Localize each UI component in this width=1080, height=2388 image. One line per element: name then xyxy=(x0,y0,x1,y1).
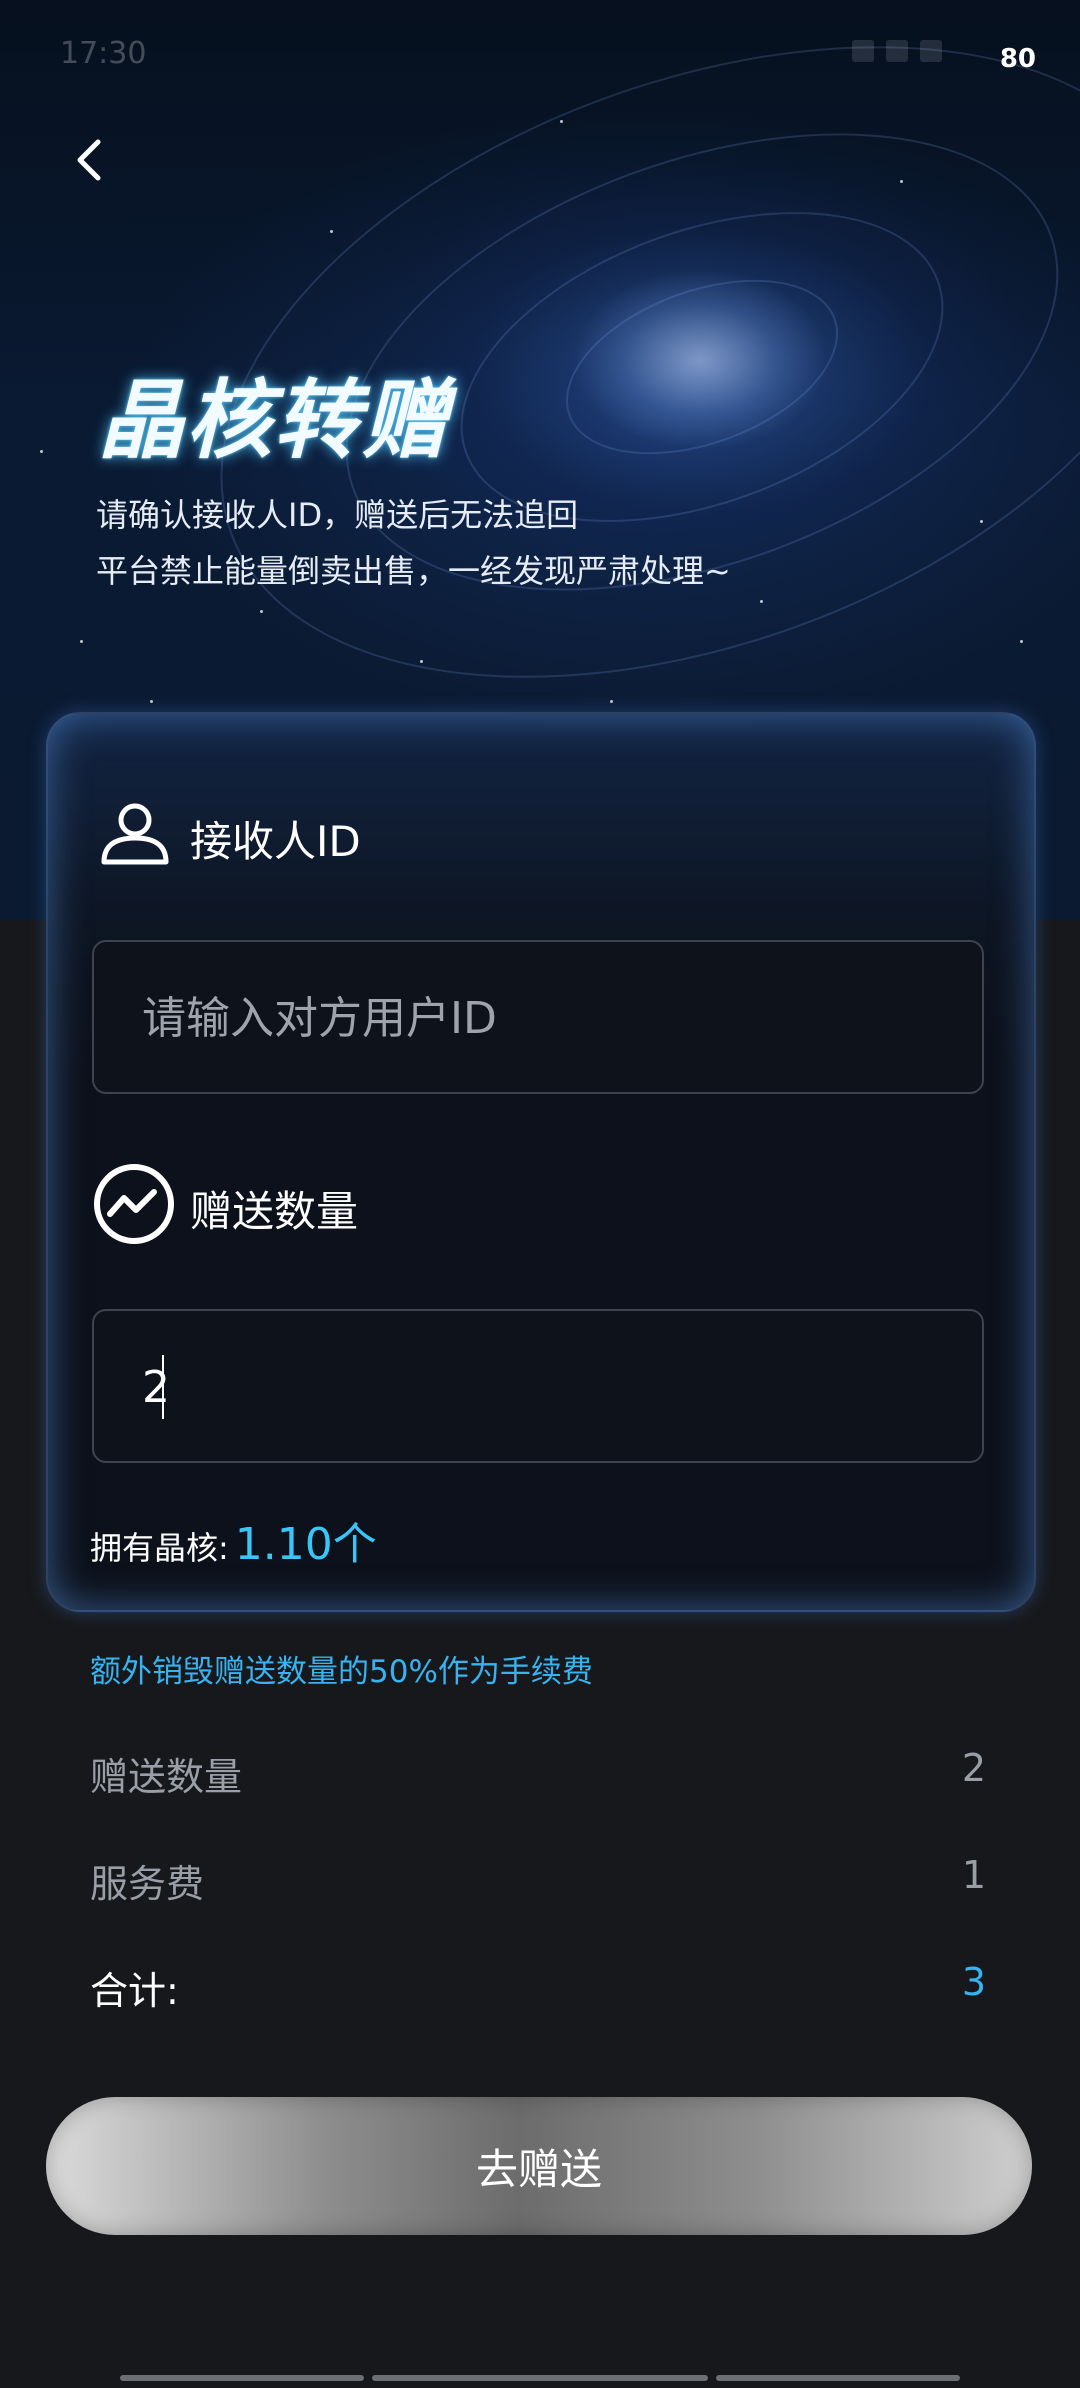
summary-row-amount: 赠送数量 2 xyxy=(90,1746,986,1806)
summary-value: 2 xyxy=(961,1746,986,1790)
owned-label: 拥有晶核: xyxy=(90,1529,229,1567)
wifi-icon xyxy=(886,40,908,62)
nav-gesture-bar[interactable] xyxy=(372,2375,708,2381)
chevron-left-icon xyxy=(77,139,101,181)
receiver-id-input[interactable] xyxy=(140,942,944,1094)
nav-gesture-bar[interactable] xyxy=(716,2375,960,2381)
submit-button[interactable]: 去赠送 xyxy=(46,2097,1032,2235)
notice-line-2: 平台禁止能量倒卖出售，一经发现严肃处理~ xyxy=(96,552,731,590)
signal-icon xyxy=(852,40,874,62)
user-icon xyxy=(101,803,169,865)
owned-value: 1.10个 xyxy=(234,1519,377,1570)
notice-line-1: 请确认接收人ID，赠送后无法追回 xyxy=(96,496,579,534)
summary-label: 赠送数量 xyxy=(90,1755,243,1799)
battery-level: 80 xyxy=(999,44,1036,74)
trend-circle-icon xyxy=(94,1164,174,1244)
back-button[interactable] xyxy=(60,130,120,190)
summary-row-fee: 服务费 1 xyxy=(90,1853,986,1913)
status-time: 17:30 xyxy=(60,36,147,71)
page-title: 晶核转赠 xyxy=(98,371,450,471)
status-icons xyxy=(840,40,960,70)
receiver-id-field[interactable] xyxy=(92,940,984,1094)
fee-note: 额外销毁赠送数量的50%作为手续费 xyxy=(90,1654,593,1690)
network-icon xyxy=(920,40,942,62)
summary-label: 合计: xyxy=(90,1969,179,2013)
amount-field[interactable] xyxy=(92,1309,984,1463)
summary-label: 服务费 xyxy=(90,1862,205,1906)
receiver-label: 接收人ID xyxy=(190,817,361,866)
status-bar: 17:30 80 xyxy=(0,0,1080,120)
summary-value: 3 xyxy=(961,1960,986,2004)
nav-gesture-bar[interactable] xyxy=(120,2375,364,2381)
summary-row-total: 合计: 3 xyxy=(90,1960,986,2020)
text-caret xyxy=(162,1355,164,1419)
amount-input[interactable] xyxy=(140,1311,944,1463)
amount-label: 赠送数量 xyxy=(190,1187,359,1236)
summary-value: 1 xyxy=(961,1853,986,1897)
owned-balance: 拥有晶核: 1.10个 xyxy=(90,1508,377,1572)
